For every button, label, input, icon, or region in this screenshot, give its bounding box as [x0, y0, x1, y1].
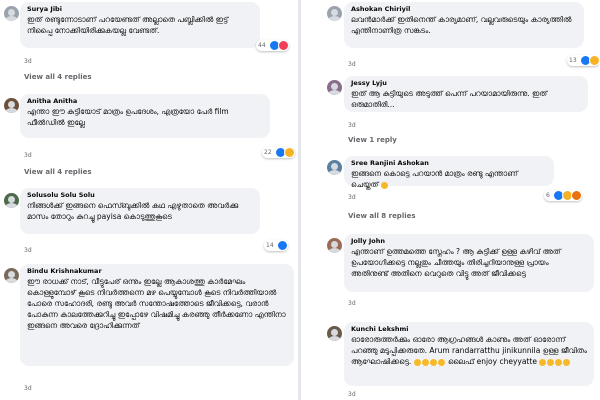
comment-time[interactable]: 3d [24, 247, 32, 254]
comment: Jolly John എന്താണ് ഉത്തമത്തെ സ്നേഹം ? ആ … [301, 232, 599, 322]
praying-hands-icon [421, 358, 429, 366]
reactions[interactable]: 6 [544, 190, 582, 201]
comment: Ashokan Chiriyil ലവൻമാർക്ക് ഇതിനെന്ത് കാ… [301, 0, 599, 72]
view-replies-link[interactable]: View all 4 replies [24, 168, 92, 176]
comment-bubble: Bindu Krishnakumar ഈ രാധക്ക് നാട്, വീട്ട… [20, 264, 294, 366]
reactions[interactable]: 13 [567, 55, 599, 66]
comment-time[interactable]: 3d [348, 194, 356, 201]
comment-bubble: Jolly John എന്താണ് ഉത്തമത്തെ സ്നേഹം ? ആ … [344, 234, 594, 292]
praying-hands-icon [563, 358, 571, 366]
comment-text: ലവൻമാർക്ക് ഇതിനെന്ത് കാര്യമാണ്, വല്ലവരുട… [351, 15, 572, 35]
comment-text: ഇത് രണ്ടുന്നോടാണ് പറയേണ്ടത് അല്ലാതെ പബ്ല… [27, 15, 229, 35]
avatar[interactable] [327, 326, 342, 341]
avatar[interactable] [327, 238, 342, 253]
comment-text: ഇത് ആ കുട്ടിയുടെ അടുത്ത് പെന്ന് പറയാമായി… [351, 89, 548, 109]
sad-icon [588, 55, 599, 66]
comment-time[interactable]: 3d [348, 61, 356, 68]
love-icon [277, 40, 289, 51]
comment-time[interactable]: 3d [348, 391, 356, 398]
comment-bubble: Solusolu Solu Solu നിങ്ങൾക്ക് ഇങ്ങനെ ഫെസ… [20, 188, 260, 234]
commenter-name[interactable]: Jolly John [351, 237, 587, 246]
avatar[interactable] [327, 80, 342, 95]
comment-text: ഓരോരുത്തർക്കും ഓരോ ആഗ്രഹങ്ങൾ കാണും അത് ഓ… [351, 335, 587, 366]
praying-hands-icon [429, 358, 437, 366]
avatar[interactable] [4, 98, 19, 113]
comment-bubble: Jessy Lyju ഇത് ആ കുട്ടിയുടെ അടുത്ത് പെന്… [344, 76, 588, 112]
avatar[interactable] [327, 6, 342, 21]
comment-time[interactable]: 3d [24, 152, 32, 159]
comment-text: നിങ്ങൾക്ക് ഇങ്ങനെ ഫെസ്ബുക്കിൽ കഥ എഴുതാതെ… [27, 201, 239, 221]
comment-text: ഇങ്ങനെ കൊട്ടെ പറയാൻ മാത്രം രണ്ടു എന്താണ്… [351, 169, 518, 189]
commenter-name[interactable]: Kunchi Lekshmi [351, 325, 587, 334]
comment-text: എന്താണ് ഉത്തമത്തെ സ്നേഹം ? ആ കുട്ടിക്ക് … [351, 247, 561, 278]
praying-hands-icon [547, 358, 555, 366]
reactions[interactable]: 14 [264, 240, 288, 251]
commenter-name[interactable]: Ashokan Chiriyil [351, 5, 577, 14]
comment-time[interactable]: 3d [24, 58, 32, 65]
left-comments-column: Surya Jibi ഇത് രണ്ടുന്നോടാണ് പറയേണ്ടത് അ… [0, 0, 298, 400]
avatar[interactable] [327, 160, 342, 175]
comment-text: എന്താ ഈ കുട്ടിയോട് മാത്രം ഉപദേശം, എത്രയോ… [27, 107, 229, 127]
comment-time[interactable]: 3d [348, 122, 356, 129]
reactions[interactable]: 22 [262, 147, 295, 158]
commenter-name[interactable]: Bindu Krishnakumar [27, 267, 287, 276]
right-comments-column: Ashokan Chiriyil ലവൻമാർക്ക് ഇതിനെന്ത് കാ… [301, 0, 599, 400]
comment-bubble: Sree Ranjini Ashokan ഇങ്ങനെ കൊട്ടെ പറയാൻ… [344, 156, 554, 189]
praying-hands-icon [437, 358, 445, 366]
comment-text: ഈ രാധക്ക് നാട്, വീട്ടുപേര് ഒന്നും ഇല്ലേ … [27, 277, 286, 330]
comment: Solusolu Solu Solu നിങ്ങൾക്ക് ഇങ്ങനെ ഫെസ… [0, 183, 298, 258]
avatar[interactable] [4, 193, 19, 208]
commenter-name[interactable]: Sree Ranjini Ashokan [351, 159, 547, 168]
like-icon [276, 240, 288, 251]
comment: Sree Ranjini Ashokan ഇങ്ങനെ കൊട്ടെ പറയാൻ… [301, 152, 599, 226]
comment: Kunchi Lekshmi ഓരോരുത്തർക്കും ഓരോ ആഗ്രഹങ… [301, 318, 599, 400]
avatar[interactable] [4, 6, 19, 21]
angry-icon [570, 190, 582, 201]
sad-icon [283, 147, 295, 158]
comment-bubble: Surya Jibi ഇത് രണ്ടുന്നോടാണ് പറയേണ്ടത് അ… [20, 2, 260, 48]
commenter-name[interactable]: Solusolu Solu Solu [27, 191, 253, 200]
view-replies-link[interactable]: View all 4 replies [24, 73, 92, 81]
comment-bubble: Kunchi Lekshmi ഓരോരുത്തർക്കും ഓരോ ആഗ്രഹങ… [344, 322, 594, 386]
comment-bubble: Ashokan Chiriyil ലവൻമാർക്ക് ഇതിനെന്ത് കാ… [344, 2, 584, 48]
praying-hands-icon [539, 358, 547, 366]
grinning-emoji-icon [380, 181, 388, 189]
comment-time[interactable]: 3d [24, 385, 32, 392]
praying-hands-icon [555, 358, 563, 366]
comment: Jessy Lyju ഇത് ആ കുട്ടിയുടെ അടുത്ത് പെന്… [301, 72, 599, 146]
comment-time[interactable]: 3d [348, 300, 356, 307]
commenter-name[interactable]: Surya Jibi [27, 5, 253, 14]
reactions[interactable]: 44 [256, 40, 289, 51]
comment-bubble: Anitha Anitha എന്താ ഈ കുട്ടിയോട് മാത്രം … [20, 94, 270, 138]
commenter-name[interactable]: Anitha Anitha [27, 97, 263, 106]
comment: Surya Jibi ഇത് രണ്ടുന്നോടാണ് പറയേണ്ടത് അ… [0, 0, 298, 81]
comment: Anitha Anitha എന്താ ഈ കുട്ടിയോട് മാത്രം … [0, 90, 298, 180]
view-replies-link[interactable]: View all 8 replies [348, 212, 416, 220]
comment: Bindu Krishnakumar ഈ രാധക്ക് നാട്, വീട്ട… [0, 262, 298, 400]
praying-hands-icon [413, 358, 421, 366]
avatar[interactable] [4, 268, 19, 283]
view-replies-link[interactable]: View 1 reply [348, 136, 397, 144]
commenter-name[interactable]: Jessy Lyju [351, 79, 581, 88]
